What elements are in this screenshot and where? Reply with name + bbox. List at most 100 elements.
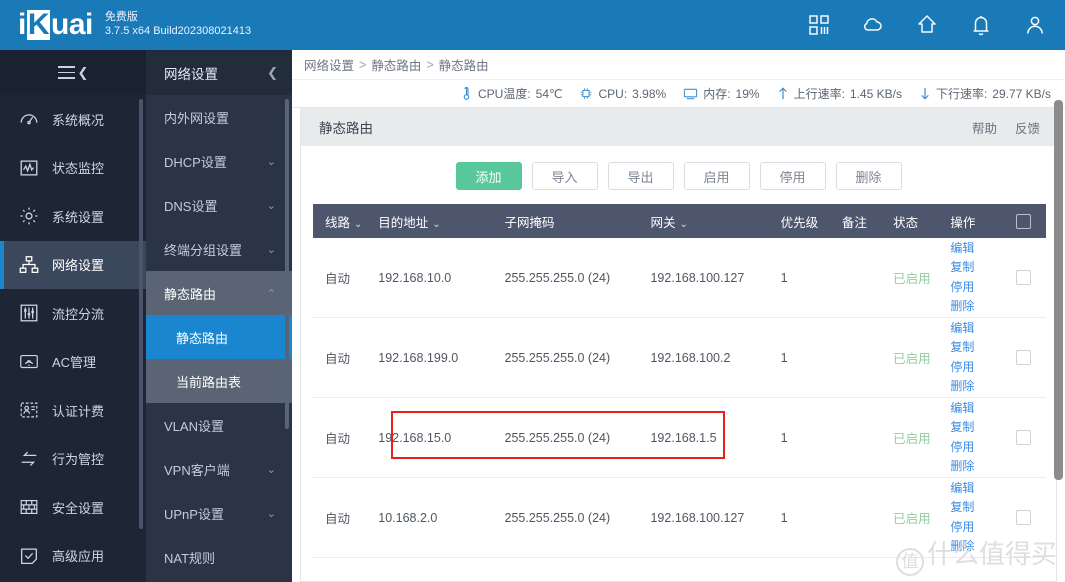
submenu-item-label: DHCP设置 [164,154,227,170]
edit-link[interactable]: 编辑 [950,240,1001,257]
sliders-icon [18,302,40,324]
main-content: 网络设置 > 静态路由 > 静态路由 CPU温度: 54℃ CPU: 3.98%… [292,50,1065,582]
sidebar-item-system-settings[interactable]: 系统设置 [0,192,146,241]
static-route-table: 线路 ⌄ 目的地址 ⌄ 子网掩码 网关 ⌄ 优先级 备注 状态 操作 自动 19… [313,204,1046,558]
table-row[interactable]: 自动 192.168.15.0 255.255.255.0 (24) 192.1… [313,398,1046,478]
cell-line: 自动 [325,512,351,526]
sidebar-item-network-settings[interactable]: 网络设置 [0,240,146,289]
memory-icon [683,87,698,101]
apps-grid-icon[interactable] [807,13,831,37]
edit-link[interactable]: 编辑 [950,320,1001,337]
cell-line: 自动 [325,432,351,446]
edit-link[interactable]: 编辑 [950,480,1001,497]
column-header-line[interactable]: 线路 ⌄ [313,212,378,231]
breadcrumb-level-2[interactable]: 静态路由 [371,55,421,74]
sidebar-item-advanced-apps[interactable]: 高级应用 [0,532,146,581]
submenu-scrollbar[interactable] [285,99,289,429]
cloud-icon[interactable] [861,13,885,37]
sidebar-item-label: 系统设置 [52,209,105,225]
help-link[interactable]: 帮助 [972,118,997,137]
feedback-link[interactable]: 反馈 [1015,118,1040,137]
submenu-item-label: NAT规则 [164,550,216,566]
column-header-destination[interactable]: 目的地址 ⌄ [378,212,504,231]
export-button[interactable]: 导出 [607,162,674,190]
sidebar-scrollbar[interactable] [139,99,143,529]
import-button[interactable]: 导入 [531,162,598,190]
sidebar-item-auth-billing[interactable]: 认证计费 [0,386,146,435]
row-checkbox[interactable] [1016,270,1032,285]
user-icon[interactable] [1023,13,1047,37]
copy-link[interactable]: 复制 [950,339,1001,356]
status-upload-rate: 上行速率: 1.45 KB/s [777,85,902,102]
cell-actions: 编辑 复制 停用 删除 [950,400,1001,476]
column-label: 线路 [325,215,351,230]
breadcrumb-level-1[interactable]: 网络设置 [304,55,354,74]
copy-link[interactable]: 复制 [950,419,1001,436]
wifi-ac-icon [18,351,40,373]
submenu-item-terminal-group[interactable]: 终端分组设置 ⌄ [146,227,292,271]
submenu-item-upnp[interactable]: UPnP设置 ⌄ [146,491,292,535]
cell-gateway: 192.168.100.2 [650,350,731,365]
status-value: 29.77 KB/s [992,86,1051,101]
sort-chevron-icon[interactable]: ⌄ [432,219,440,230]
chevron-left-icon[interactable]: ❮ [267,65,278,81]
row-checkbox[interactable] [1016,430,1032,445]
submenu-item-label: DNS设置 [164,198,218,214]
table-row[interactable]: 自动 192.168.10.0 255.255.255.0 (24) 192.1… [313,238,1046,318]
sidebar-item-status-monitor[interactable]: 状态监控 [0,144,146,193]
cell-priority: 1 [780,350,788,365]
sort-chevron-icon[interactable]: ⌄ [354,219,362,230]
row-checkbox[interactable] [1016,510,1032,525]
chevron-down-icon: ⌄ [266,155,276,168]
submenu-subitem-current-route-table[interactable]: 当前路由表 [146,359,292,403]
disable-link[interactable]: 停用 [950,359,1001,376]
breadcrumb-level-3[interactable]: 静态路由 [439,55,489,74]
sidebar-item-behavior-control[interactable]: 行为管控 [0,435,146,484]
submenu-subitem-static-route[interactable]: 静态路由 [146,315,292,359]
add-button[interactable]: 添加 [455,162,522,190]
enable-button[interactable]: 启用 [683,162,750,190]
bell-icon[interactable] [969,13,993,37]
submenu-item-lan-wan[interactable]: 内外网设置 [146,95,292,139]
submenu-item-dhcp[interactable]: DHCP设置 ⌄ [146,139,292,183]
cell-checkbox [1002,430,1046,445]
submenu-item-label: VPN客户端 [164,462,230,478]
cell-priority: 1 [780,270,788,285]
sidebar-item-traffic-control[interactable]: 流控分流 [0,289,146,338]
disable-link[interactable]: 停用 [950,439,1001,456]
submenu-item-nat-rules[interactable]: NAT规则 [146,535,292,579]
delete-button[interactable]: 删除 [835,162,902,190]
cell-gateway: 192.168.1.5 [650,430,717,445]
column-label: 目的地址 [378,215,429,230]
breadcrumb-separator: > [359,57,367,72]
delete-link[interactable]: 删除 [950,378,1001,395]
sidebar-item-security-settings[interactable]: 安全设置 [0,483,146,532]
disable-link[interactable]: 停用 [950,279,1001,296]
sidebar-item-system-overview[interactable]: 系统概况 [0,95,146,144]
submenu-item-vpn-client[interactable]: VPN客户端 ⌄ [146,447,292,491]
submenu-item-static-route-group[interactable]: 静态路由 ⌃ [146,271,292,315]
edit-link[interactable]: 编辑 [950,400,1001,417]
delete-link[interactable]: 删除 [950,458,1001,475]
copy-link[interactable]: 复制 [950,499,1001,516]
column-header-checkbox [1002,213,1046,229]
sort-chevron-icon[interactable]: ⌄ [680,219,688,230]
column-header-gateway[interactable]: 网关 ⌄ [650,212,780,231]
sidebar-collapse-toggle[interactable]: ❮ [0,50,146,95]
delete-link[interactable]: 删除 [950,298,1001,315]
row-checkbox[interactable] [1016,350,1032,365]
page-scrollbar[interactable] [1054,100,1063,480]
chevron-down-icon: ⌄ [266,463,276,476]
select-all-checkbox[interactable] [1016,213,1032,229]
home-icon[interactable] [915,13,939,37]
submenu-item-vlan[interactable]: VLAN设置 [146,403,292,447]
submenu-item-dns[interactable]: DNS设置 ⌄ [146,183,292,227]
dashboard-icon [18,108,40,130]
submenu-header[interactable]: 网络设置 ❮ [146,50,292,95]
copy-link[interactable]: 复制 [950,259,1001,276]
disable-button[interactable]: 停用 [759,162,826,190]
table-row[interactable]: 自动 192.168.199.0 255.255.255.0 (24) 192.… [313,318,1046,398]
cell-priority: 1 [780,510,788,525]
version-block: 免费版 3.7.5 x64 Build202308021413 [105,11,251,39]
sidebar-item-ac-management[interactable]: AC管理 [0,338,146,387]
